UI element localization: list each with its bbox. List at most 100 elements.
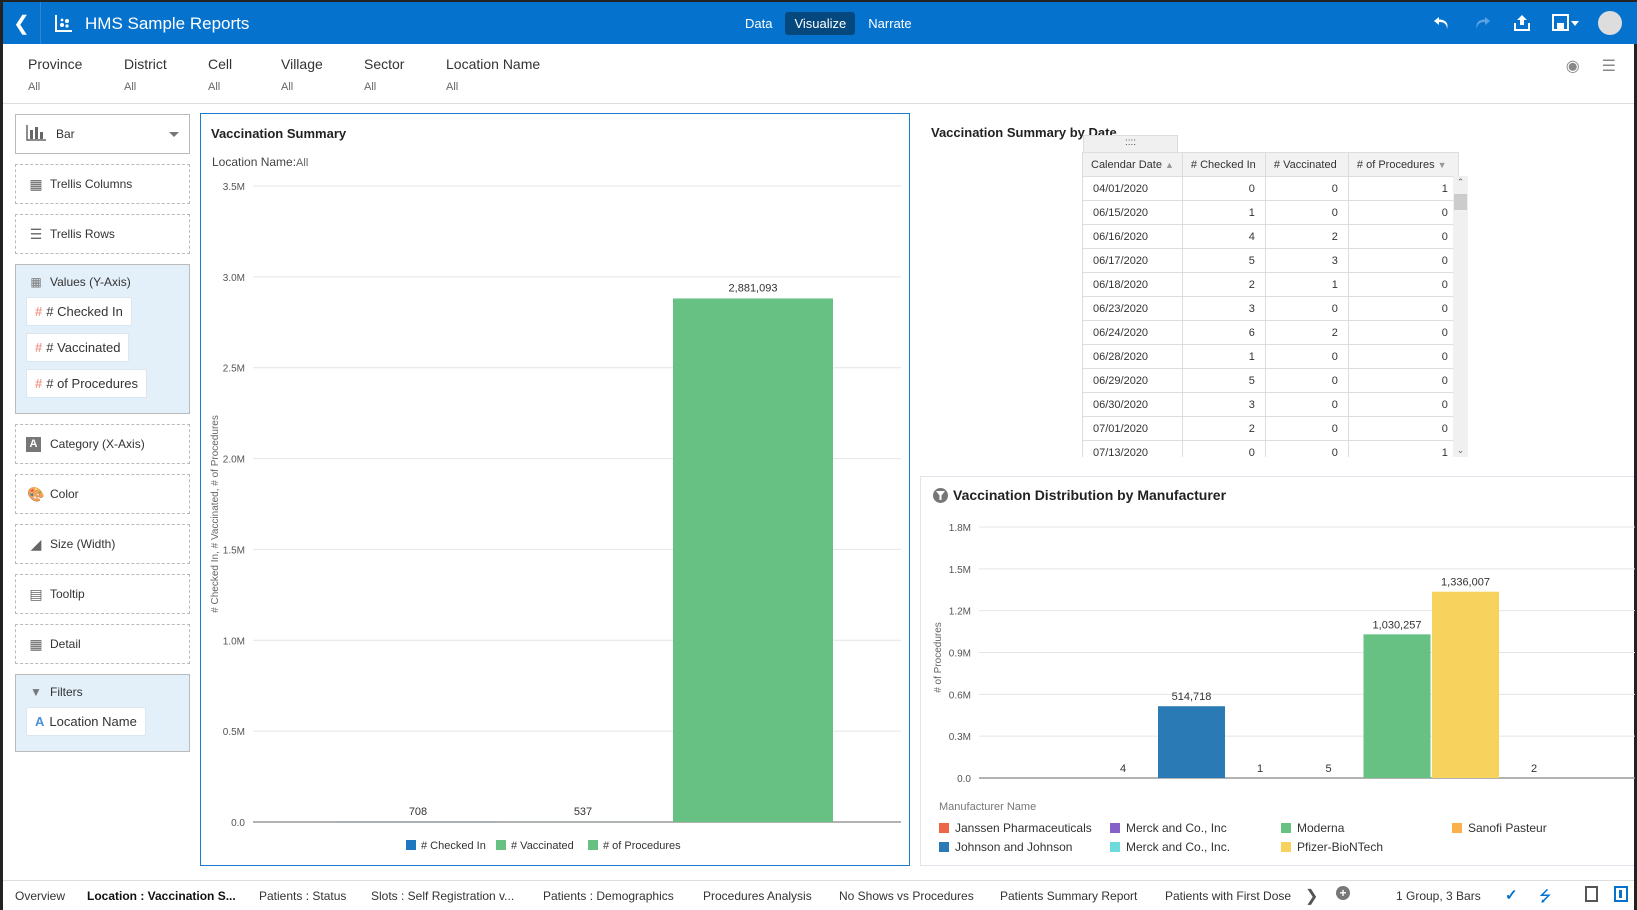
table-row[interactable]: 07/13/2020 0 0 1 bbox=[1082, 440, 1459, 457]
toggle-grammar-panel[interactable] bbox=[1585, 886, 1598, 902]
value-pill-procedures[interactable]: # # of Procedures bbox=[26, 369, 148, 398]
size-dropzone[interactable]: ◢ Size (Width) bbox=[15, 524, 190, 564]
detail-dropzone[interactable]: ▦ Detail bbox=[15, 624, 190, 664]
col-header-vaccinated[interactable]: # Vaccinated bbox=[1264, 152, 1349, 177]
back-button[interactable]: ❮ bbox=[3, 2, 41, 44]
category-dropzone[interactable]: A Category (X-Axis) bbox=[15, 424, 190, 464]
bar-johnson-and-johnson[interactable] bbox=[1158, 706, 1225, 778]
user-avatar[interactable] bbox=[1598, 11, 1622, 35]
scroll-down-icon[interactable]: ⌄ bbox=[1453, 445, 1468, 456]
trellis-rows-dropzone[interactable]: ☰ Trellis Rows bbox=[15, 214, 190, 254]
table-row[interactable]: 06/16/2020 4 2 0 bbox=[1082, 224, 1459, 249]
y-tick-label: 3.5M bbox=[223, 182, 245, 193]
filters-dropzone[interactable]: ▼ Filters A Location Name bbox=[15, 674, 190, 752]
legend-item[interactable]: Merck and Co., Inc bbox=[1110, 821, 1281, 835]
trellis-columns-icon: ▦ bbox=[29, 175, 43, 192]
size-label: Size (Width) bbox=[50, 537, 116, 551]
table-row[interactable]: 06/15/2020 1 0 0 bbox=[1082, 200, 1459, 225]
legend-swatch bbox=[1110, 823, 1120, 833]
legend-swatch[interactable] bbox=[588, 840, 598, 850]
drag-handle[interactable]: :::: bbox=[1083, 135, 1178, 153]
export-button[interactable] bbox=[1502, 8, 1542, 38]
legend-item[interactable]: Merck and Co., Inc. bbox=[1110, 840, 1281, 854]
table-row[interactable]: 06/24/2020 6 2 0 bbox=[1082, 320, 1459, 345]
tab-overview[interactable]: Overview bbox=[15, 889, 65, 903]
toggle-properties-panel[interactable] bbox=[1614, 886, 1628, 902]
filter-village[interactable]: Village All bbox=[281, 56, 323, 93]
legend-item[interactable]: Pfizer-BioNTech bbox=[1281, 840, 1452, 854]
legend-item[interactable]: Moderna bbox=[1281, 821, 1452, 835]
save-button[interactable] bbox=[1542, 8, 1590, 38]
table-row[interactable]: 07/01/2020 2 0 0 bbox=[1082, 416, 1459, 441]
legend-item[interactable]: Johnson and Johnson bbox=[939, 840, 1110, 854]
col-header-calendar-date[interactable]: Calendar Date ▲ bbox=[1082, 152, 1183, 177]
filter-location-name[interactable]: Location Name All bbox=[446, 56, 540, 93]
value-pill-checked-in[interactable]: # # Checked In bbox=[26, 297, 132, 326]
table-row[interactable]: 06/30/2020 3 0 0 bbox=[1082, 392, 1459, 417]
cell-procedures: 0 bbox=[1347, 368, 1459, 393]
tooltip-dropzone[interactable]: ▤ Tooltip bbox=[15, 574, 190, 614]
brush-button[interactable]: ✓ bbox=[1505, 886, 1518, 904]
cell-checked-in: 0 bbox=[1181, 440, 1266, 457]
tab-patients-summary[interactable]: Patients Summary Report bbox=[1000, 889, 1137, 903]
filter-cell[interactable]: Cell All bbox=[208, 56, 232, 93]
mode-visualize[interactable]: Visualize bbox=[785, 12, 856, 35]
filter-district[interactable]: District All bbox=[124, 56, 167, 93]
cell-checked-in: 6 bbox=[1181, 320, 1266, 345]
mode-data[interactable]: Data bbox=[736, 12, 781, 35]
col-header-checked-in[interactable]: # Checked In bbox=[1181, 152, 1266, 177]
table-row[interactable]: 04/01/2020 0 0 1 bbox=[1082, 176, 1459, 201]
distribution-chart[interactable]: Vaccination Distribution by Manufacturer… bbox=[920, 476, 1635, 866]
filter-province[interactable]: Province All bbox=[28, 56, 82, 93]
color-dropzone[interactable]: 🎨 Color bbox=[15, 474, 190, 514]
cell-procedures: 1 bbox=[1347, 440, 1459, 457]
legend-item[interactable]: Sanofi Pasteur bbox=[1452, 821, 1602, 835]
table-row[interactable]: 06/17/2020 5 3 0 bbox=[1082, 248, 1459, 273]
legend-label: Merck and Co., Inc bbox=[1126, 821, 1227, 835]
tab-patients-first-dose[interactable]: Patients with First Dose bbox=[1165, 889, 1293, 903]
table-scrollbar[interactable]: ⌃ ⌄ bbox=[1453, 176, 1468, 457]
trellis-columns-dropzone[interactable]: ▦ Trellis Columns bbox=[15, 164, 190, 204]
filter-pill-location-name[interactable]: A Location Name bbox=[26, 707, 146, 736]
filter-settings-icon[interactable]: ◉ bbox=[1566, 56, 1580, 76]
auto-apply-button[interactable]: ⭍ bbox=[1539, 886, 1552, 910]
value-pill-vaccinated[interactable]: # # Vaccinated bbox=[26, 333, 130, 362]
scroll-up-icon[interactable]: ⌃ bbox=[1453, 177, 1468, 188]
filter-sector[interactable]: Sector All bbox=[364, 56, 404, 93]
legend-label: Johnson and Johnson bbox=[955, 840, 1073, 854]
data-label: 1,336,007 bbox=[1441, 577, 1490, 589]
table-row[interactable]: 06/18/2020 2 1 0 bbox=[1082, 272, 1459, 297]
y-tick-label: 0.0 bbox=[231, 818, 245, 829]
mode-narrate[interactable]: Narrate bbox=[859, 12, 920, 35]
table-row[interactable]: 06/28/2020 1 0 0 bbox=[1082, 344, 1459, 369]
col-label: Calendar Date bbox=[1091, 158, 1162, 171]
legend-item[interactable]: Janssen Pharmaceuticals bbox=[939, 821, 1110, 835]
tab-no-shows[interactable]: No Shows vs Procedures bbox=[839, 889, 974, 903]
tab-slots-self-registration[interactable]: Slots : Self Registration v... bbox=[371, 889, 514, 903]
cell-vaccinated: 0 bbox=[1264, 416, 1349, 441]
measure-icon: # bbox=[35, 376, 43, 391]
redo-button[interactable] bbox=[1462, 8, 1502, 38]
tab-scroll-right[interactable]: ❯ bbox=[1305, 886, 1318, 906]
vaccination-summary-chart[interactable]: Vaccination Summary Location Name:All 0.… bbox=[200, 113, 910, 866]
values-dropzone[interactable]: ▦ Values (Y-Axis) # # Checked In # # Vaccin… bbox=[15, 264, 190, 414]
add-canvas-button[interactable]: + bbox=[1336, 886, 1350, 900]
cell-date: 04/01/2020 bbox=[1082, 176, 1183, 201]
chart-type-select[interactable]: Bar bbox=[15, 114, 190, 154]
legend-swatch[interactable] bbox=[406, 840, 416, 850]
mode-switcher: Data Visualize Narrate bbox=[736, 12, 921, 35]
tab-patients-status[interactable]: Patients : Status bbox=[259, 889, 346, 903]
menu-icon[interactable]: ☰ bbox=[1602, 56, 1616, 76]
bar--of-procedures[interactable] bbox=[673, 298, 833, 822]
bar-moderna[interactable] bbox=[1363, 634, 1431, 778]
table-row[interactable]: 06/23/2020 3 0 0 bbox=[1082, 296, 1459, 321]
scroll-thumb[interactable] bbox=[1454, 194, 1467, 210]
legend-swatch[interactable] bbox=[496, 840, 506, 850]
undo-button[interactable] bbox=[1422, 8, 1462, 38]
tab-location-vaccination[interactable]: Location : Vaccination S... bbox=[87, 889, 236, 903]
tab-patients-demographics[interactable]: Patients : Demographics bbox=[543, 889, 674, 903]
col-header-procedures[interactable]: # of Procedures ▼ bbox=[1347, 152, 1459, 177]
bar-pfizer-biontech[interactable] bbox=[1432, 591, 1499, 778]
table-row[interactable]: 06/29/2020 5 0 0 bbox=[1082, 368, 1459, 393]
tab-procedures-analysis[interactable]: Procedures Analysis bbox=[703, 889, 812, 903]
